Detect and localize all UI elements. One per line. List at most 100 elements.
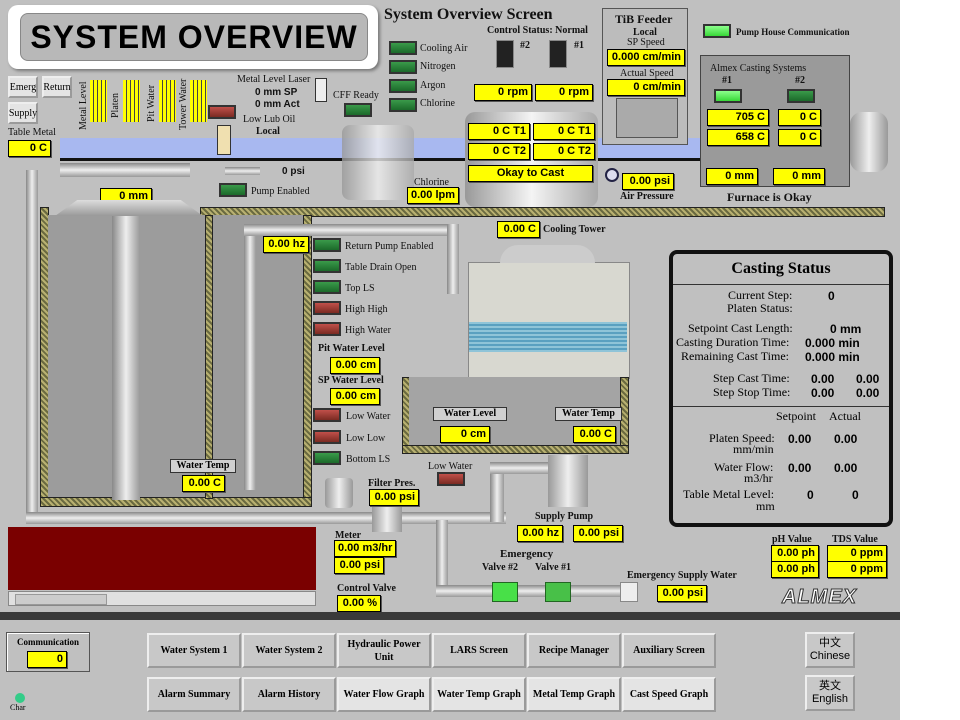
pit-indicator-label: Top LS bbox=[345, 283, 375, 294]
water-flow-sp: 0.00 bbox=[788, 461, 812, 475]
lub-pipe bbox=[225, 167, 260, 175]
pit-wall-right bbox=[303, 215, 312, 507]
gas-label: Nitrogen bbox=[420, 61, 456, 72]
basin-temp-label: Water Temp bbox=[555, 407, 622, 421]
cff-ready-label: CFF Ready bbox=[333, 90, 379, 101]
pit-low-indicator bbox=[313, 451, 341, 465]
gas-label: Chlorine bbox=[420, 98, 455, 109]
title-plate: SYSTEM OVERVIEW bbox=[8, 5, 378, 69]
alarm-scrollbar[interactable] bbox=[8, 591, 316, 606]
nav-metal-temp-graph[interactable]: Metal Temp Graph bbox=[527, 677, 621, 712]
setpoint-header: Setpoint bbox=[776, 409, 817, 423]
tds-label: TDS Value bbox=[832, 534, 878, 545]
remaining-value: 0.000 min bbox=[805, 350, 860, 364]
nav-cast-speed-graph[interactable]: Cast Speed Graph bbox=[622, 677, 716, 712]
hmi-canvas: SYSTEM OVERVIEW System Overview Screen C… bbox=[0, 0, 900, 720]
chart-app-icon[interactable]: Char bbox=[10, 693, 32, 717]
table-level-act: 0 bbox=[852, 488, 859, 502]
nav-auxiliary-screen[interactable]: Auxiliary Screen bbox=[622, 633, 716, 668]
tib-sp-label: SP Speed bbox=[627, 37, 665, 48]
tower-inlet-pipe bbox=[447, 224, 459, 294]
pit-water-temp-value: 0.00 C bbox=[182, 475, 225, 492]
english-language-button[interactable]: 英文 English bbox=[805, 675, 855, 711]
pit-indicator bbox=[313, 238, 341, 252]
alarm-banner bbox=[8, 527, 316, 590]
platen-column bbox=[112, 215, 140, 500]
return-button[interactable]: Return bbox=[42, 76, 72, 98]
chinese-language-button[interactable]: 中文 Chinese bbox=[805, 632, 855, 668]
return-pump-hz: 0.00 hz bbox=[263, 236, 309, 253]
rotor-2-rpm: 0 rpm bbox=[474, 84, 532, 101]
supply-button[interactable]: Supply bbox=[8, 102, 38, 124]
pump-enabled-indicator bbox=[219, 183, 247, 197]
local-label: Local bbox=[256, 126, 280, 137]
emergency-label: Emergency bbox=[500, 548, 554, 560]
furnace-status: Furnace is Okay bbox=[727, 190, 812, 204]
emerg-button[interactable]: Emerg bbox=[8, 76, 38, 98]
emergency-drop-pipe bbox=[436, 520, 448, 592]
laser-slider[interactable] bbox=[315, 78, 327, 102]
motor-1-icon bbox=[549, 40, 567, 68]
return-pump-pipe bbox=[244, 228, 256, 490]
water-flow-act: 0.00 bbox=[834, 461, 858, 475]
nav-hydraulic-power-unit[interactable]: Hydraulic Power Unit bbox=[337, 633, 431, 668]
english-cn-label: 英文 bbox=[819, 680, 841, 692]
control-valve-value: 0.00 % bbox=[337, 595, 381, 612]
nav-recipe-manager[interactable]: Recipe Manager bbox=[527, 633, 621, 668]
pump-house-comm-label: Pump House Communication bbox=[736, 27, 850, 37]
water-flow-unit: m3/hr bbox=[744, 471, 773, 485]
platen-head bbox=[55, 200, 203, 216]
temp-t2-b: 0 C T2 bbox=[533, 143, 595, 160]
duration-label: Casting Duration Time: bbox=[676, 335, 790, 349]
nitrogen-indicator bbox=[389, 60, 417, 74]
nav-alarm-summary[interactable]: Alarm Summary bbox=[147, 677, 241, 712]
filter-icon bbox=[372, 506, 402, 532]
pit-indicator-label: High High bbox=[345, 304, 388, 315]
meter-psi-value: 0.00 psi bbox=[334, 557, 384, 574]
nav-water-system-2[interactable]: Water System 2 bbox=[242, 633, 336, 668]
furnace-1-temp-a: 705 C bbox=[707, 109, 769, 126]
current-step-value: 0 bbox=[828, 289, 835, 303]
argon-indicator bbox=[389, 79, 417, 93]
nav-water-system-1[interactable]: Water System 1 bbox=[147, 633, 241, 668]
furnace-1-indicator bbox=[714, 89, 742, 103]
emergency-supply-value: 0.00 psi bbox=[657, 585, 707, 602]
gauge-label: Platen bbox=[110, 93, 121, 118]
nav-alarm-history[interactable]: Alarm History bbox=[242, 677, 336, 712]
emergency-inlet bbox=[620, 582, 638, 602]
flow-meter-icon bbox=[325, 478, 353, 508]
chlorine-flow-value: 0.00 lpm bbox=[407, 187, 459, 204]
pit-floor bbox=[40, 497, 312, 507]
supply-pump-hz: 0.00 hz bbox=[517, 525, 563, 542]
furnace-2-label: #2 bbox=[795, 75, 805, 86]
tds-value-2: 0 ppm bbox=[827, 561, 887, 578]
tib-act-label: Actual Speed bbox=[620, 68, 674, 79]
table-level-sp: 0 bbox=[807, 488, 814, 502]
ph-label: pH Value bbox=[772, 534, 812, 545]
valve-1-label: Valve #1 bbox=[535, 562, 572, 573]
furnace-2-temp-a: 0 C bbox=[778, 109, 821, 126]
communication-value: 0 bbox=[27, 651, 67, 668]
cff-filter bbox=[342, 125, 414, 200]
platen-speed-act: 0.00 bbox=[834, 432, 858, 446]
furnace-1-mm: 0 mm bbox=[706, 168, 758, 185]
nav-water-temp-graph[interactable]: Water Temp Graph bbox=[432, 677, 526, 712]
scrollbar-thumb[interactable] bbox=[15, 594, 107, 605]
pit-indicator bbox=[313, 301, 341, 315]
control-status: Control Status: Normal bbox=[487, 25, 588, 36]
temp-t2-a: 0 C T2 bbox=[468, 143, 530, 160]
cff-ready-indicator bbox=[344, 103, 372, 117]
return-pipe-left bbox=[26, 170, 38, 520]
valve-2-label: Valve #2 bbox=[482, 562, 519, 573]
basin-temp-value: 0.00 C bbox=[573, 426, 616, 443]
okay-to-cast-status: Okay to Cast bbox=[468, 165, 593, 182]
sp-level-label: SP Water Level bbox=[318, 375, 384, 386]
nav-lars-screen[interactable]: LARS Screen bbox=[432, 633, 526, 668]
supply-pump-icon bbox=[548, 455, 588, 507]
chinese-cn-label: 中文 bbox=[819, 637, 841, 649]
laser-title: Metal Level Laser bbox=[237, 74, 311, 85]
nav-water-flow-graph[interactable]: Water Flow Graph bbox=[337, 677, 431, 712]
control-valve-label: Control Valve bbox=[337, 583, 396, 594]
filter-pres-label: Filter Pres. bbox=[368, 478, 416, 489]
footer-divider bbox=[0, 612, 900, 620]
